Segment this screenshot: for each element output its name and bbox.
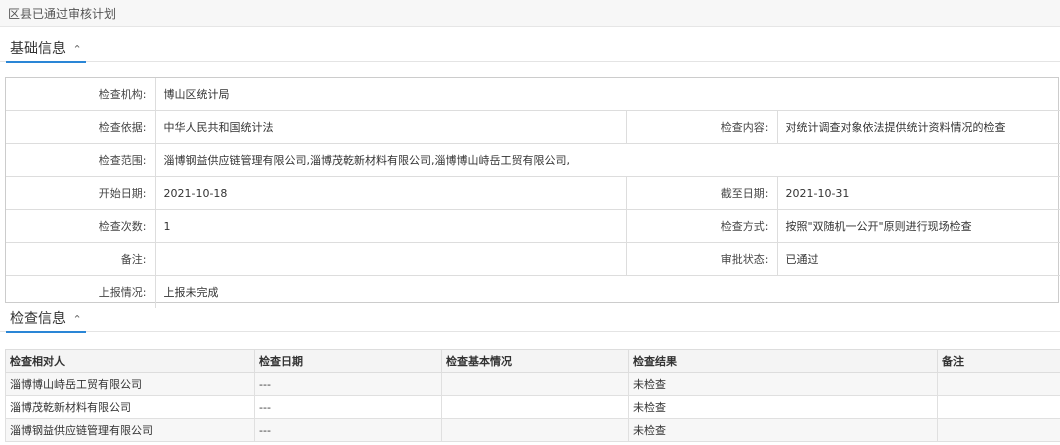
table-cell: --- <box>254 395 442 419</box>
field-label: 检查机构: <box>6 78 156 111</box>
check-info-section-header: 检查信息 ⌃ <box>0 310 1060 333</box>
field-label: 上报情况: <box>6 275 156 308</box>
page-title: 区县已通过审核计划 <box>8 7 117 21</box>
column-header[interactable]: 检查日期 <box>254 349 442 373</box>
table-cell <box>441 418 629 442</box>
row-inspection-basis: 检查依据: 中华人民共和国统计法 检查内容: 对统计调查对象依法提供统计资料情况… <box>6 110 1060 144</box>
row-inspection-agency: 检查机构: 博山区统计局 <box>6 78 1060 111</box>
basic-info-section-header: 基础信息 ⌃ <box>0 40 1060 63</box>
table-cell <box>937 372 1060 396</box>
column-header[interactable]: 检查基本情况 <box>441 349 629 373</box>
field-value: 2021-10-31 <box>777 176 1060 210</box>
table-cell: 未检查 <box>628 418 938 442</box>
field-value: 对统计调查对象依法提供统计资料情况的检查 <box>777 110 1060 144</box>
basic-info-title: 基础信息 <box>10 41 66 57</box>
table-cell <box>441 372 629 396</box>
table-cell: 淄博茂乾新材料有限公司 <box>5 395 255 419</box>
field-label: 检查方式: <box>626 209 778 243</box>
row-remarks: 备注: 审批状态: 已通过 <box>6 242 1060 276</box>
field-label: 截至日期: <box>626 176 778 210</box>
table-cell <box>937 418 1060 442</box>
basic-info-panel: 检查机构: 博山区统计局 检查依据: 中华人民共和国统计法 检查内容: 对统计调… <box>5 77 1060 308</box>
table-cell: 淄博钢益供应链管理有限公司 <box>5 418 255 442</box>
column-header[interactable]: 检查相对人 <box>5 349 255 373</box>
table-cell: --- <box>254 372 442 396</box>
field-value: 上报未完成 <box>163 286 219 299</box>
field-label: 检查依据: <box>6 110 156 144</box>
table-cell <box>441 395 629 419</box>
field-value: 按照"双随机一公开"原则进行现场检查 <box>777 209 1060 243</box>
table-header-row: 检查相对人 检查日期 检查基本情况 检查结果 备注 <box>5 349 1060 373</box>
column-header[interactable]: 检查结果 <box>628 349 938 373</box>
row-report-status: 上报情况: 上报未完成 <box>6 275 1060 308</box>
status-value: 已通过 <box>777 242 1060 276</box>
check-info-table: 检查相对人 检查日期 检查基本情况 检查结果 备注 淄博博山峙岳工贸有限公司 -… <box>5 349 1060 442</box>
double-chevron-up-icon[interactable]: ⌃ <box>72 43 81 56</box>
field-label: 检查次数: <box>6 209 156 243</box>
field-value: 博山区统计局 <box>155 78 1060 111</box>
column-header[interactable]: 备注 <box>937 349 1060 373</box>
field-label: 开始日期: <box>6 176 156 210</box>
row-inspection-scope: 检查范围: 淄博钢益供应链管理有限公司,淄博茂乾新材料有限公司,淄博博山峙岳工贸… <box>6 143 1060 177</box>
page-header: 区县已通过审核计划 <box>0 0 1060 27</box>
double-chevron-up-icon[interactable]: ⌃ <box>72 313 81 326</box>
field-value <box>155 242 627 276</box>
basic-info-tab[interactable]: 基础信息 ⌃ <box>6 40 86 63</box>
field-label: 检查内容: <box>626 110 778 144</box>
table-row[interactable]: 淄博博山峙岳工贸有限公司 --- 未检查 <box>5 372 1060 396</box>
table-cell: --- <box>254 418 442 442</box>
check-info-panel: 检查相对人 检查日期 检查基本情况 检查结果 备注 淄博博山峙岳工贸有限公司 -… <box>5 349 1060 442</box>
field-value: 中华人民共和国统计法 <box>155 110 627 144</box>
check-info-tab[interactable]: 检查信息 ⌃ <box>6 310 86 333</box>
table-row[interactable]: 淄博钢益供应链管理有限公司 --- 未检查 <box>5 418 1060 442</box>
field-label: 检查范围: <box>6 143 156 177</box>
table-cell: 未检查 <box>628 372 938 396</box>
row-dates: 开始日期: 2021-10-18 截至日期: 2021-10-31 <box>6 176 1060 210</box>
basic-info-table: 检查机构: 博山区统计局 检查依据: 中华人民共和国统计法 检查内容: 对统计调… <box>6 78 1060 308</box>
table-cell: 未检查 <box>628 395 938 419</box>
table-row[interactable]: 淄博茂乾新材料有限公司 --- 未检查 <box>5 395 1060 419</box>
field-label: 审批状态: <box>626 242 778 276</box>
field-value: 淄博钢益供应链管理有限公司,淄博茂乾新材料有限公司,淄博博山峙岳工贸有限公司, <box>155 143 1060 177</box>
check-info-title: 检查信息 <box>10 311 66 327</box>
field-value: 1 <box>155 209 627 243</box>
table-cell: 淄博博山峙岳工贸有限公司 <box>5 372 255 396</box>
field-value: 2021-10-18 <box>155 176 627 210</box>
row-inspection-count: 检查次数: 1 检查方式: 按照"双随机一公开"原则进行现场检查 <box>6 209 1060 243</box>
table-cell <box>937 395 1060 419</box>
field-label: 备注: <box>6 242 156 276</box>
